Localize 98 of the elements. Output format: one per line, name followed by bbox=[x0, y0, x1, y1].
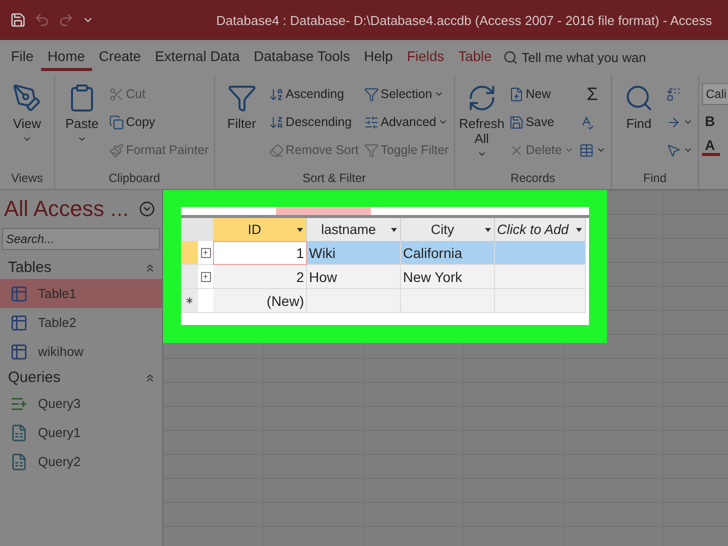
ribbon-button[interactable]: New bbox=[508, 81, 575, 107]
save-icon bbox=[508, 114, 524, 130]
ribbon-button[interactable]: Copy bbox=[108, 109, 210, 135]
funnel-icon bbox=[364, 86, 379, 102]
arrow-right-icon bbox=[666, 114, 681, 130]
nav-item-label: Query3 bbox=[38, 396, 81, 411]
collapse-icon[interactable] bbox=[144, 262, 156, 274]
pen-icon bbox=[12, 83, 42, 113]
nav-pane-title: All Access ... bbox=[4, 196, 129, 222]
ribbon-tab[interactable]: Table bbox=[451, 44, 499, 71]
nav-item-label: Query1 bbox=[38, 425, 81, 440]
redo-icon[interactable] bbox=[58, 12, 74, 28]
tell-me-field[interactable]: Tell me what you wan bbox=[522, 50, 646, 65]
nav-item[interactable]: Query1 bbox=[0, 418, 162, 447]
replace-icon bbox=[666, 86, 681, 102]
collapse-icon[interactable] bbox=[144, 372, 156, 384]
group-label: Views bbox=[10, 171, 44, 187]
search-field[interactable]: Search... bbox=[2, 228, 160, 250]
section-heading[interactable]: Tables bbox=[8, 259, 52, 276]
nav-item[interactable]: Table2 bbox=[0, 308, 162, 337]
nav-item[interactable]: wikihow bbox=[0, 337, 162, 366]
section-heading[interactable]: Queries bbox=[8, 369, 61, 386]
font-name-field[interactable]: Cali bbox=[702, 83, 728, 105]
expand-icon[interactable] bbox=[200, 272, 210, 282]
header-spacer bbox=[198, 218, 213, 241]
expand-icon[interactable] bbox=[200, 248, 210, 258]
ribbon-tab[interactable]: Help bbox=[357, 44, 400, 71]
pointer-icon bbox=[666, 142, 681, 158]
table-cell[interactable]: California bbox=[401, 241, 495, 265]
ribbon-tab[interactable]: File bbox=[4, 44, 41, 71]
dropdown-icon[interactable] bbox=[138, 201, 155, 217]
ribbon-button[interactable]: View bbox=[4, 81, 50, 146]
column-header[interactable]: Click to Add bbox=[495, 218, 586, 241]
table-cell[interactable]: How bbox=[307, 265, 401, 289]
ribbon-tab[interactable]: External Data bbox=[148, 44, 247, 71]
nav-item-label: Query2 bbox=[38, 454, 81, 469]
search-icon bbox=[624, 83, 654, 113]
table-cell[interactable]: 1 bbox=[213, 241, 307, 265]
nav-item[interactable]: Query2 bbox=[0, 447, 162, 476]
ribbon-button[interactable]: Save bbox=[508, 109, 575, 135]
table-cell[interactable] bbox=[495, 289, 586, 313]
ribbon-tab[interactable]: Create bbox=[92, 44, 148, 71]
funnel-icon bbox=[226, 83, 257, 113]
table-cell[interactable] bbox=[495, 265, 586, 289]
table-cell[interactable] bbox=[307, 289, 401, 313]
bold-button[interactable]: B bbox=[702, 113, 720, 129]
ribbon-tab[interactable]: Database Tools bbox=[246, 44, 358, 71]
new-record-icon bbox=[508, 86, 524, 102]
totals-button[interactable]: Σ bbox=[578, 81, 607, 107]
query-icon bbox=[10, 424, 28, 442]
window-title: Database4 : Database- D:\Database4.accdb (Access 2007 - 2016 file format) - Access bbox=[216, 12, 712, 28]
table-icon bbox=[10, 314, 28, 332]
table-cell[interactable]: (New) bbox=[213, 289, 307, 313]
nav-item-label: Table2 bbox=[38, 315, 76, 330]
sort-ascending-icon bbox=[268, 86, 284, 102]
table-cell[interactable]: New York bbox=[401, 265, 495, 289]
ribbon-tab[interactable]: Home bbox=[40, 44, 92, 71]
nav-item[interactable]: Table1 bbox=[0, 279, 162, 308]
column-header[interactable]: lastname bbox=[307, 218, 401, 241]
table-cell[interactable] bbox=[495, 241, 586, 265]
table-cell[interactable]: 2 bbox=[213, 265, 307, 289]
group-label: Clipboard bbox=[108, 171, 162, 187]
font-color-button[interactable]: A bbox=[702, 137, 720, 156]
record-selector[interactable] bbox=[181, 289, 198, 313]
group-label: Find bbox=[642, 171, 668, 187]
nav-item-label: Table1 bbox=[38, 286, 76, 301]
ribbon-button[interactable]: Filter bbox=[218, 81, 265, 133]
sliders-icon bbox=[364, 114, 379, 130]
sort-descending-icon bbox=[268, 114, 284, 130]
undo-icon[interactable] bbox=[34, 12, 50, 28]
nav-item[interactable]: Query3 bbox=[0, 389, 162, 418]
ribbon-button[interactable]: Ascending bbox=[268, 81, 360, 107]
ribbon-button[interactable]: Refresh All bbox=[458, 81, 505, 161]
table-icon bbox=[578, 142, 594, 158]
group-label: Sort & Filter bbox=[302, 171, 367, 187]
query-icon bbox=[10, 452, 28, 470]
scissors-icon bbox=[109, 86, 124, 102]
search-icon bbox=[502, 50, 518, 65]
nav-item-label: wikihow bbox=[38, 344, 84, 359]
table-cell[interactable]: Wiki bbox=[307, 241, 401, 265]
paintbrush-icon bbox=[109, 142, 124, 158]
copy-icon bbox=[109, 114, 124, 130]
group-label: Records bbox=[509, 171, 556, 187]
table-icon bbox=[10, 342, 28, 360]
table-icon bbox=[10, 284, 28, 302]
funnel-icon bbox=[364, 142, 379, 158]
save-icon[interactable] bbox=[10, 12, 26, 28]
ribbon-button[interactable]: Descending bbox=[268, 109, 360, 135]
ribbon-button[interactable]: Find bbox=[616, 81, 662, 133]
ribbon-tab[interactable]: Fields bbox=[400, 44, 452, 71]
table-cell[interactable] bbox=[401, 289, 495, 313]
ribbon-button[interactable]: Selection bbox=[362, 81, 450, 107]
column-header[interactable]: ID bbox=[213, 218, 307, 241]
column-header[interactable]: City bbox=[401, 218, 495, 241]
new-record-icon bbox=[184, 295, 195, 306]
ribbon-button[interactable]: Advanced bbox=[362, 109, 450, 135]
eraser-icon bbox=[268, 142, 284, 158]
ribbon-button[interactable]: Paste bbox=[59, 81, 105, 146]
